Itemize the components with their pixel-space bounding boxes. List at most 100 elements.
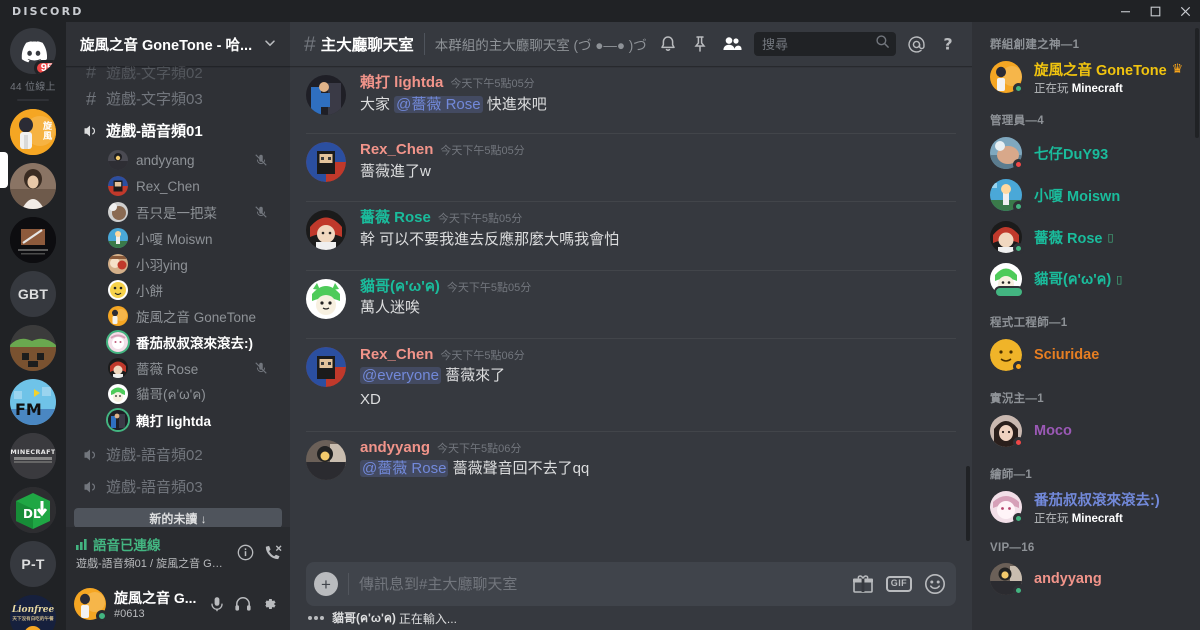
gift-icon[interactable] [852,574,874,594]
gif-button[interactable]: GIF [885,576,912,592]
guild-icon-lionfree[interactable]: Lionfree 天下沒有白吃的午餐 [10,595,56,630]
bell-icon[interactable] [654,30,682,58]
plus-icon[interactable]: + [314,572,338,596]
message-author[interactable]: 薔薇 Rose [360,210,431,227]
home-button[interactable]: 95 [10,28,56,74]
member-row-cat[interactable]: 貓哥(ค'ω'ค) ▯ [972,258,1192,300]
message-author[interactable]: Rex_Chen [360,142,433,159]
microphone-icon[interactable] [204,591,230,617]
message-composer[interactable]: + GIF [306,562,956,606]
avatar[interactable] [306,210,346,251]
guild-icon-xuanfeng[interactable]: 旋 風 [10,109,56,155]
voice-member-moiswn[interactable]: 小嗄 Moiswn [74,225,282,251]
member-row-sciuridae[interactable]: Sciuridae [972,334,1192,376]
message-content: 幹 可以不要我進去反應那麼大嗎我會怕 [360,230,620,248]
member-name-wrap: 貓哥(ค'ω'ค) ▯ [1034,268,1184,291]
avatar [990,179,1024,212]
guild-icon-photo[interactable] [10,163,56,209]
maximize-icon[interactable] [1140,0,1170,22]
gear-icon[interactable] [256,591,282,617]
avatar [108,306,128,326]
voice-member-name: 旋風之音 GoneTone [136,310,257,325]
guild-icon-fm[interactable]: FM [10,379,56,425]
new-unread-banner[interactable]: 新的未讀 ↓ [74,508,282,527]
avatar[interactable] [74,588,108,622]
avatar[interactable] [306,346,346,387]
search-icon[interactable] [875,34,890,54]
typing-user: 貓哥(ค'ω'ค) [332,610,396,625]
info-icon[interactable] [237,544,254,561]
voice-member-ying[interactable]: 小羽ying [74,251,282,277]
member-row-gonetone[interactable]: 旋風之音 GoneTone ♛ 正在玩 Minecraft [972,56,1192,98]
emoji-icon[interactable] [924,573,946,595]
members-icon[interactable] [718,30,746,58]
member-row-moco[interactable]: Moco [972,410,1192,452]
mention-chip[interactable]: @薔薇 Rose [360,460,449,478]
search-box[interactable] [754,32,896,56]
mention-everyone-chip[interactable]: @everyone [360,367,441,385]
avatar[interactable] [306,142,346,183]
phone-hangup-icon[interactable] [263,543,282,562]
guild-icon-creeper[interactable] [10,325,56,371]
member-row-duy93[interactable]: 七仔DuY93 [972,132,1192,174]
voice-member-rose[interactable]: 薔薇 Rose [74,355,282,381]
message-author[interactable]: 賴打 lightda [360,74,443,92]
avatar[interactable] [306,439,346,480]
mention-icon[interactable] [902,30,930,58]
channel-voice-03[interactable]: 遊戲-語音頻03 [74,471,282,502]
voice-member-cat[interactable]: 貓哥(ค'ω'ค) [74,381,282,407]
message-timestamp: 今天下午5點05分 [446,281,532,294]
member-row-andyyang[interactable]: andyyang [972,558,1192,600]
channel-voice-01[interactable]: 遊戲-語音頻01 [74,115,282,146]
minimize-icon[interactable] [1110,0,1140,22]
voice-member-tomato[interactable]: 番茄叔叔滾來滾去:) [74,329,282,355]
active-guild-pill [0,152,8,188]
channel-text-02[interactable]: # 遊戲-文字頻02 [74,66,282,82]
member-activity: 正在玩 Minecraft [1034,80,1184,96]
voice-member-gonetone[interactable]: 旋風之音 GoneTone [74,303,282,329]
avatar [108,254,128,274]
close-icon[interactable] [1170,0,1200,22]
mention-chip[interactable]: @薔薇 Rose [394,95,483,113]
pin-icon[interactable] [686,30,714,58]
svg-text:風: 風 [43,131,52,142]
avatar[interactable] [306,75,346,115]
guild-icon-minecraft[interactable]: MINECRAFT [10,433,56,479]
guild-rail[interactable]: 95 44 位線上 旋 風 GBT FM MINECRAFT DL P-T Li… [0,22,66,630]
member-list-scrollbar[interactable] [1195,28,1199,138]
guild-header[interactable]: 旋風之音 GoneTone - 哈... [66,22,290,66]
voice-member-cai[interactable]: 吾只是一把菜 [74,199,282,225]
message-author[interactable]: andyyang [360,439,430,457]
message-list[interactable]: 賴打 lightda 今天下午5點05分 大家 @薔薇 Rose 快進來吧 Re… [290,66,972,562]
guild-icon-dark[interactable] [10,217,56,263]
avatar [108,150,128,170]
member-row-moiswn[interactable]: 小嗄 Moiswn [972,174,1192,216]
chevron-down-icon [264,37,276,52]
member-row-tomato[interactable]: 番茄叔叔滾來滾去:) 正在玩 Minecraft [972,486,1192,528]
channel-list[interactable]: # 遊戲-文字頻02 # 遊戲-文字頻03 遊戲-語音頻01 andyyang … [66,66,290,527]
voice-member-bing[interactable]: 小餅 [74,277,282,303]
guild-icon-gbt[interactable]: GBT [10,271,56,317]
voice-member-andyyang[interactable]: andyyang [74,147,282,173]
member-name: Sciuridae [1034,347,1100,363]
message-author[interactable]: 貓哥(ค'ω'ค) [360,278,440,296]
guild-icon-pt[interactable]: P-T [10,541,56,587]
message-input[interactable] [359,575,840,593]
current-user-meta[interactable]: 旋風之音 G... #0613 [114,588,204,620]
voice-member-rex-chen[interactable]: Rex_Chen [74,173,282,199]
voice-member-name: andyyang [136,152,195,168]
channel-text-03[interactable]: # 遊戲-文字頻03 [74,83,282,114]
message-author[interactable]: Rex_Chen [360,346,433,364]
headset-icon[interactable] [230,591,256,617]
message-scrollbar[interactable] [966,466,970,541]
channel-voice-02[interactable]: 遊戲-語音頻02 [74,439,282,470]
search-input[interactable] [762,36,875,52]
guild-icon-dl[interactable]: DL [10,487,56,533]
member-list[interactable]: 群組創建之神—1 旋風之音 GoneTone ♛ 正在玩 Minecraft 管… [972,22,1200,630]
message-text-part: 薔薇來了 [440,367,506,385]
app-body: 95 44 位線上 旋 風 GBT FM MINECRAFT DL P-T Li… [0,22,1200,630]
voice-member-lightda[interactable]: 賴打 lightda [74,407,282,433]
member-row-rose[interactable]: 薔薇 Rose ▯ [972,216,1192,258]
avatar[interactable] [306,278,346,319]
help-icon[interactable]: ? [934,30,962,58]
